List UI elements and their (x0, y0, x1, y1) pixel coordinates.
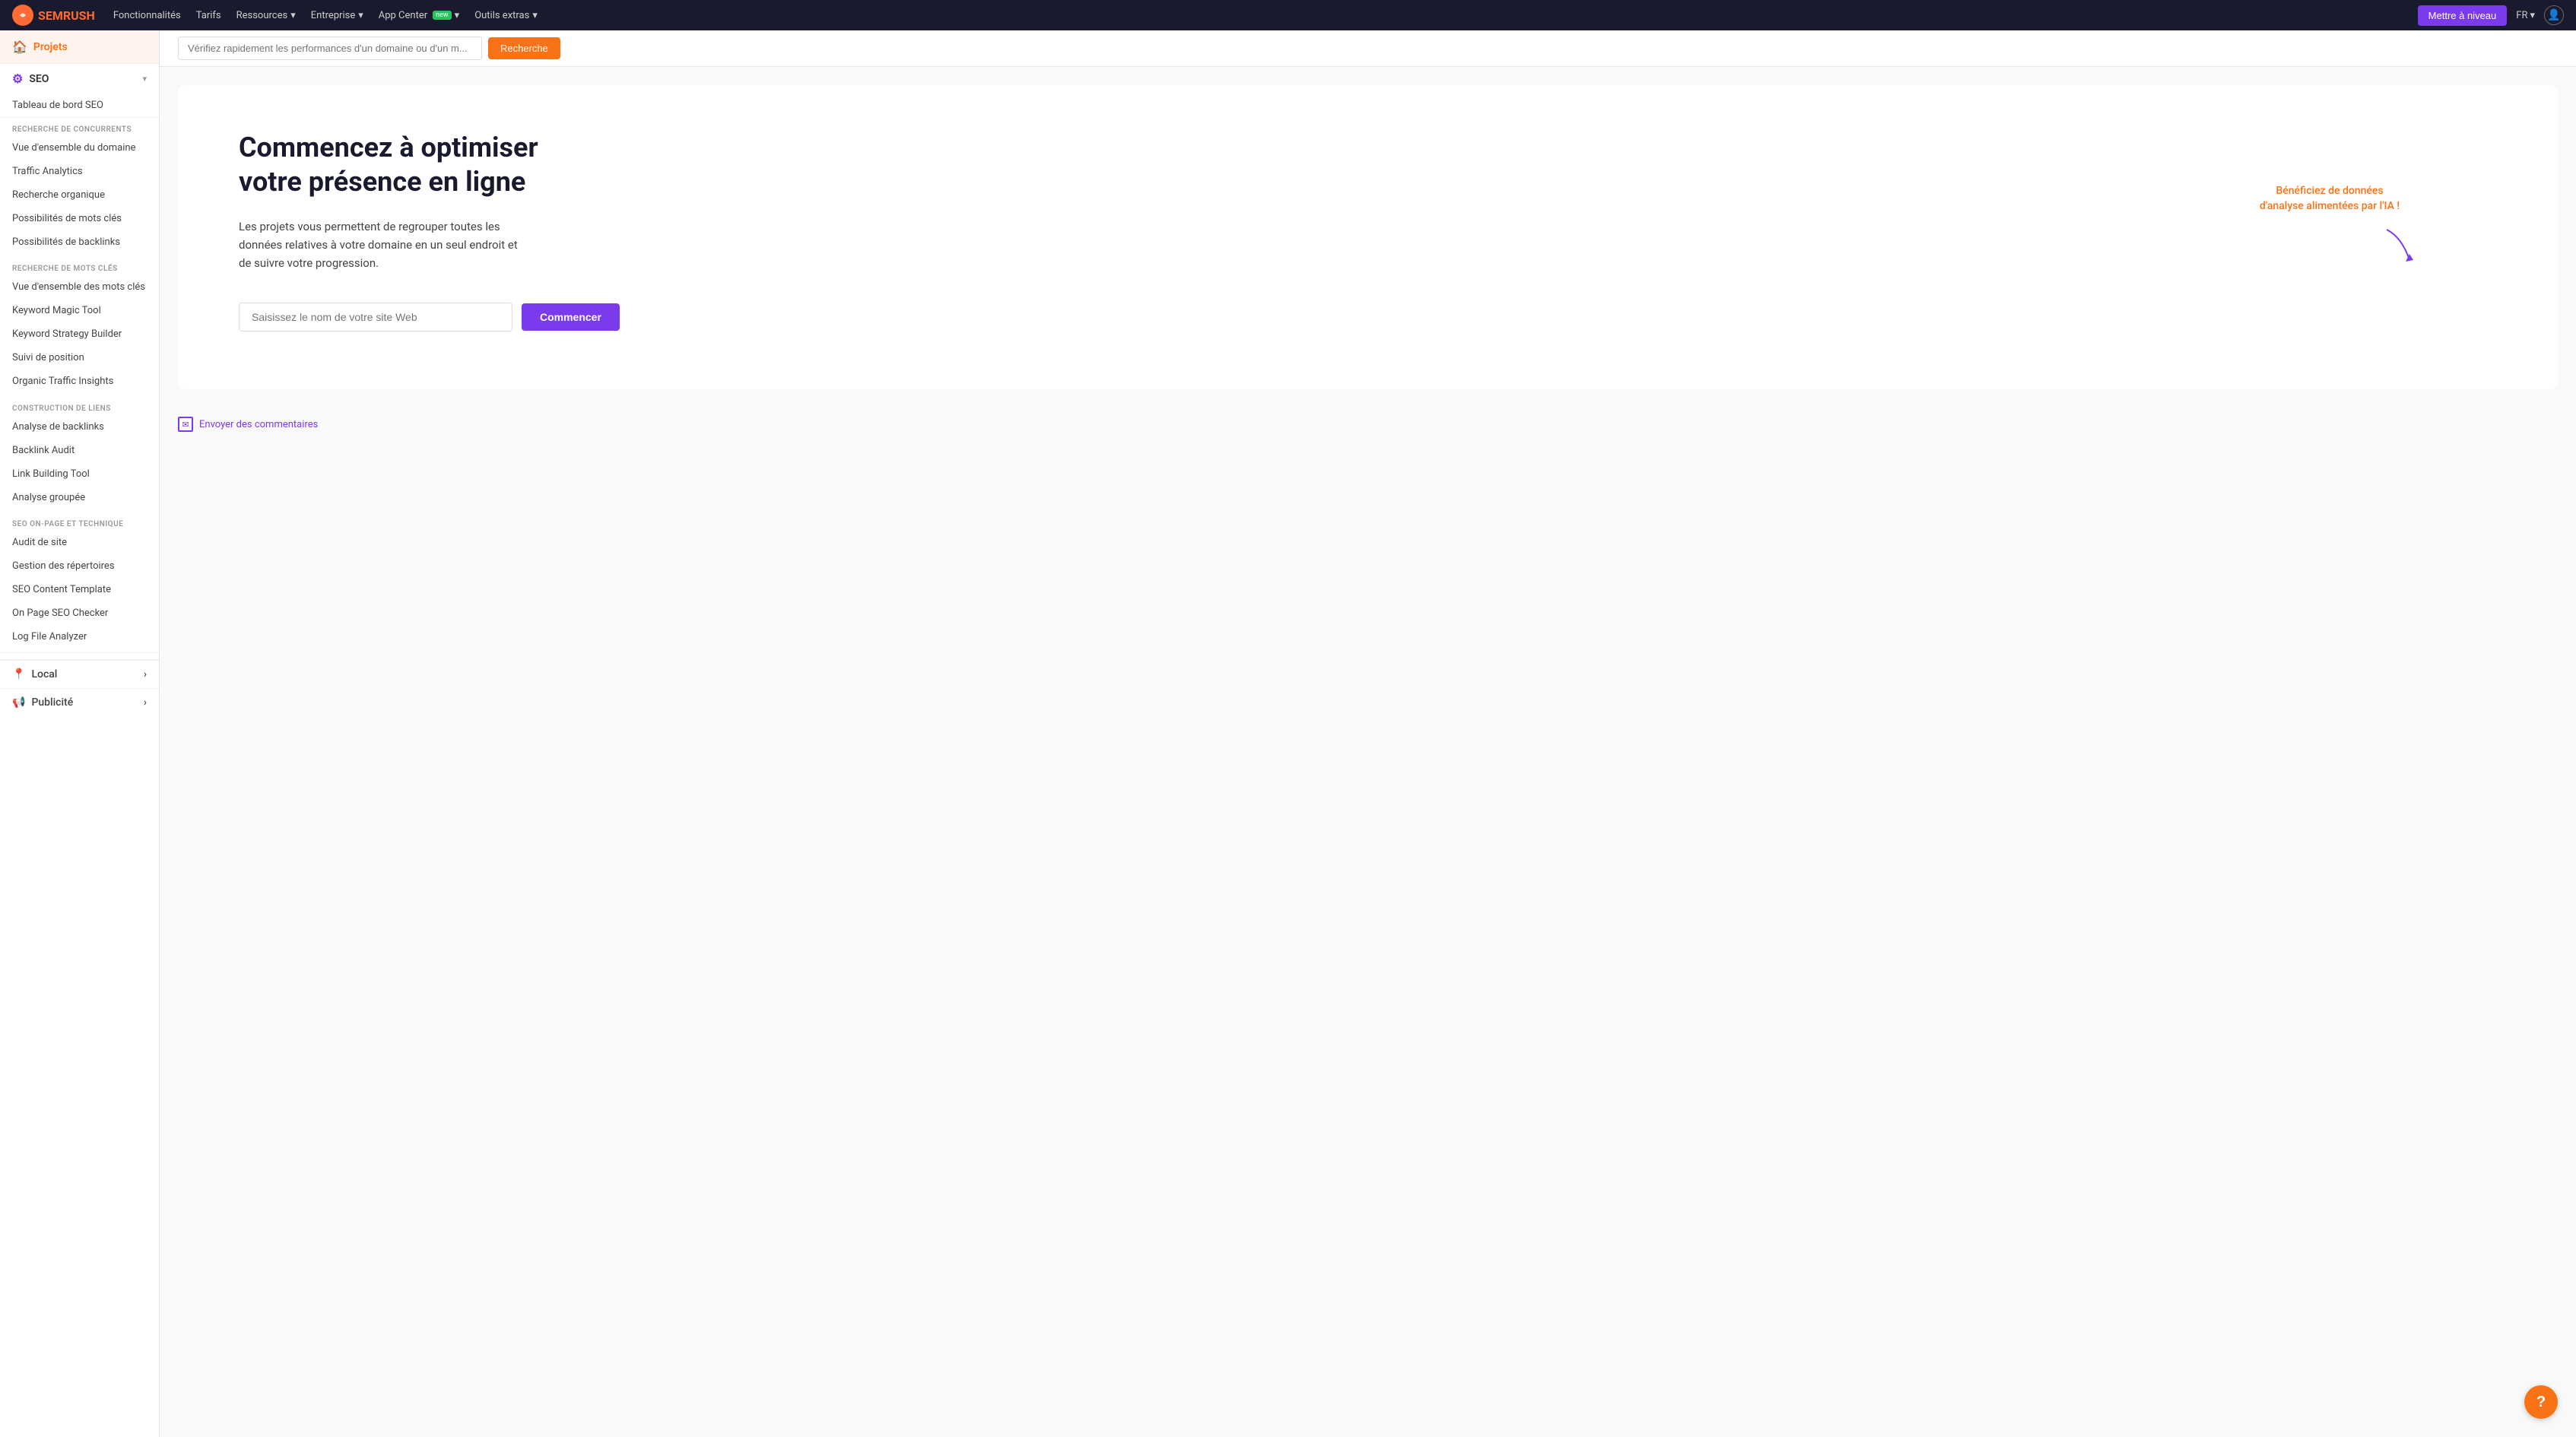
topnav-right: Mettre à niveau FR ▾ 👤 (2418, 5, 2564, 26)
layout: 🏠 Projets ⚙ SEO ▾ Tableau de bord SEO RE… (0, 30, 2576, 1437)
section-liens: CONSTRUCTION DE LIENS Analyse de backlin… (0, 397, 159, 510)
sidebar-bottom: 📍 Local › 📢 Publicité › (0, 659, 159, 716)
nav-ressources[interactable]: Ressources ▾ (236, 10, 296, 21)
local-icon: 📍 (12, 668, 25, 680)
sidebar-item-tableau-bord[interactable]: Tableau de bord SEO (0, 94, 159, 118)
hero-description: Les projets vous permettent de regrouper… (239, 217, 528, 272)
logo-text: SEMRUSH (38, 8, 95, 23)
sidebar: 🏠 Projets ⚙ SEO ▾ Tableau de bord SEO RE… (0, 30, 160, 1437)
sidebar-item-recherche-organique[interactable]: Recherche organique (0, 184, 159, 208)
logo[interactable]: SEMRUSH (12, 5, 95, 26)
section-concurrents-header: RECHERCHE DE CONCURRENTS (0, 118, 159, 137)
section-seo-technique: SEO ON-PAGE ET TECHNIQUE Audit de site G… (0, 512, 159, 649)
help-button[interactable]: ? (2524, 1385, 2558, 1419)
section-concurrents: RECHERCHE DE CONCURRENTS Vue d'ensemble … (0, 118, 159, 254)
sidebar-item-local[interactable]: 📍 Local › (0, 660, 159, 688)
search-input[interactable] (178, 36, 482, 60)
nav-appcenter[interactable]: App Center new ▾ (379, 10, 459, 21)
main-content: Recherche Commencez à optimiser votre pr… (160, 30, 2576, 1437)
appcenter-badge: new (433, 11, 452, 20)
sidebar-item-vue-mots-cles[interactable]: Vue d'ensemble des mots clés (0, 276, 159, 300)
sidebar-item-analyse-groupee[interactable]: Analyse groupée (0, 487, 159, 510)
nav-fonctionnalites[interactable]: Fonctionnalités (113, 10, 181, 21)
seo-header[interactable]: ⚙ SEO ▾ (0, 64, 159, 94)
search-button[interactable]: Recherche (488, 37, 560, 59)
publicite-icon: 📢 (12, 696, 25, 709)
upgrade-button[interactable]: Mettre à niveau (2418, 5, 2508, 26)
sidebar-item-on-page-checker[interactable]: On Page SEO Checker (0, 602, 159, 626)
hero-ai-callout: Bénéficiez de données d'analyse alimenté… (2254, 184, 2406, 214)
section-mots-cles-header: RECHERCHE DE MOTS CLÉS (0, 257, 159, 276)
feedback-bar: ✉ Envoyer des commentaires (160, 408, 2576, 441)
local-chevron-icon: › (144, 668, 147, 680)
semrush-logo-icon (12, 5, 33, 26)
sidebar-item-keyword-magic[interactable]: Keyword Magic Tool (0, 300, 159, 323)
sidebar-item-analyse-backlinks[interactable]: Analyse de backlinks (0, 416, 159, 439)
ai-arrow-icon (2379, 222, 2425, 268)
section-technique-header: SEO ON-PAGE ET TECHNIQUE (0, 512, 159, 531)
start-button[interactable]: Commencer (522, 303, 620, 331)
language-selector[interactable]: FR ▾ (2516, 10, 2535, 21)
user-icon-symbol: 👤 (2547, 9, 2560, 21)
topnav: SEMRUSH Fonctionnalités Tarifs Ressource… (0, 0, 2576, 30)
sidebar-item-backlink-audit[interactable]: Backlink Audit (0, 439, 159, 463)
sidebar-item-log-file-analyzer[interactable]: Log File Analyzer (0, 626, 159, 649)
site-name-input[interactable] (239, 303, 512, 331)
hero-section: Commencez à optimiser votre présence en … (178, 85, 2558, 389)
hero-form: Commencer (239, 303, 2497, 331)
projets-icon: 🏠 (12, 40, 27, 54)
seo-icon: ⚙ (12, 71, 23, 86)
user-avatar[interactable]: 👤 (2544, 5, 2564, 25)
seo-chevron-icon: ▾ (142, 74, 147, 84)
sidebar-item-keyword-strategy[interactable]: Keyword Strategy Builder (0, 323, 159, 347)
sidebar-item-seo-content-template[interactable]: SEO Content Template (0, 579, 159, 602)
sidebar-item-audit-site[interactable]: Audit de site (0, 531, 159, 555)
sidebar-item-traffic-analytics[interactable]: Traffic Analytics (0, 160, 159, 184)
projets-label: Projets (33, 41, 68, 53)
sidebar-item-link-building[interactable]: Link Building Tool (0, 463, 159, 487)
publicite-chevron-icon: › (144, 696, 147, 709)
sidebar-item-possibilites-mots[interactable]: Possibilités de mots clés (0, 208, 159, 231)
sidebar-item-vue-domaine[interactable]: Vue d'ensemble du domaine (0, 137, 159, 160)
nav-tarifs[interactable]: Tarifs (196, 10, 221, 21)
sidebar-item-suivi-position[interactable]: Suivi de position (0, 347, 159, 370)
hero-title: Commencez à optimiser votre présence en … (239, 131, 604, 199)
search-bar: Recherche (160, 30, 2576, 67)
seo-section: ⚙ SEO ▾ Tableau de bord SEO RECHERCHE DE… (0, 64, 159, 653)
sidebar-item-gestion-repertoires[interactable]: Gestion des répertoires (0, 555, 159, 579)
seo-label: SEO (29, 73, 49, 85)
section-mots-cles: RECHERCHE DE MOTS CLÉS Vue d'ensemble de… (0, 257, 159, 393)
sidebar-item-possibilites-backlinks[interactable]: Possibilités de backlinks (0, 231, 159, 255)
feedback-icon: ✉ (178, 417, 193, 432)
section-liens-header: CONSTRUCTION DE LIENS (0, 397, 159, 416)
sidebar-item-organic-insights[interactable]: Organic Traffic Insights (0, 370, 159, 394)
feedback-link[interactable]: Envoyer des commentaires (199, 419, 318, 430)
nav-entreprise[interactable]: Entreprise ▾ (311, 10, 363, 21)
nav-outils[interactable]: Outils extras ▾ (474, 10, 538, 21)
topnav-links: Fonctionnalités Tarifs Ressources ▾ Entr… (113, 10, 2400, 21)
sidebar-item-publicite[interactable]: 📢 Publicité › (0, 688, 159, 716)
sidebar-item-projets[interactable]: 🏠 Projets (0, 30, 159, 64)
